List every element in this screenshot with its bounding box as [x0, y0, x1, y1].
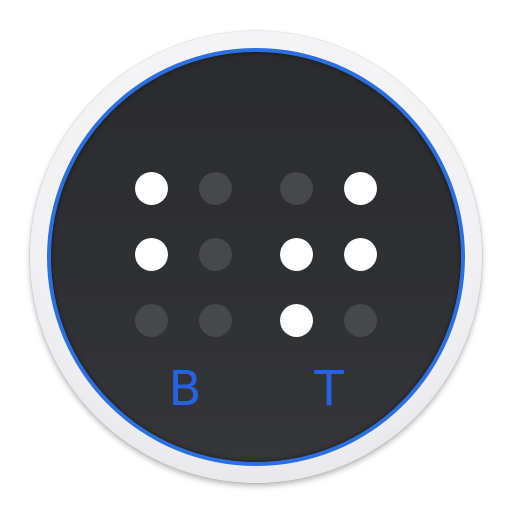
- app-icon: B T: [0, 0, 512, 512]
- braille-dot: [198, 237, 232, 271]
- braille-dot: [279, 171, 313, 205]
- braille-dot: [134, 237, 168, 271]
- braille-dot: [279, 303, 313, 337]
- braille-dot: [279, 237, 313, 271]
- braille-dot: [134, 171, 168, 205]
- icon-face: [51, 52, 461, 462]
- braille-dot: [134, 303, 168, 337]
- braille-letter-t: T: [314, 361, 344, 417]
- braille-dot: [198, 303, 232, 337]
- braille-dot: [343, 303, 377, 337]
- braille-letter-b: B: [168, 361, 202, 417]
- braille-dot: [343, 237, 377, 271]
- braille-dot: [198, 171, 232, 205]
- braille-dot: [343, 171, 377, 205]
